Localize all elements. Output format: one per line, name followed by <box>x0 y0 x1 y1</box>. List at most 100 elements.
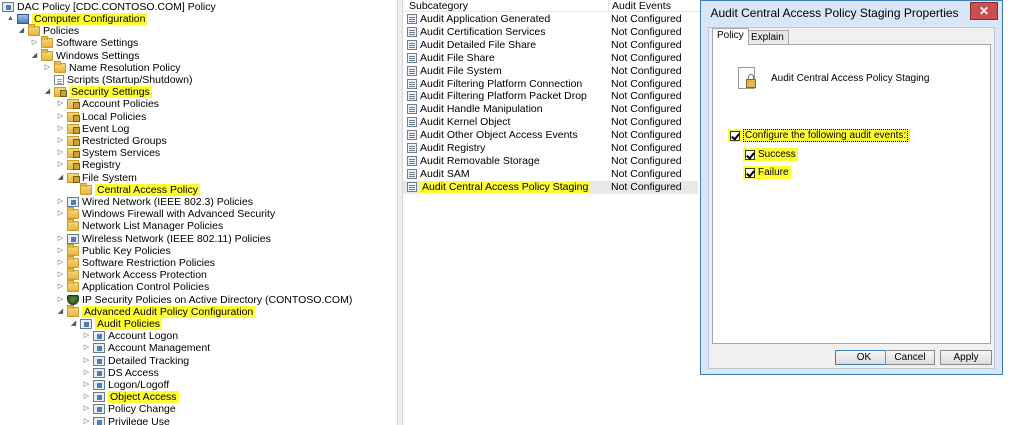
table-row[interactable]: Audit Other Object Access Events Not Conf… <box>403 129 703 142</box>
expand-toggle-icon[interactable]: ▷ <box>82 342 91 354</box>
expand-toggle-icon[interactable]: ▷ <box>56 147 65 159</box>
expand-toggle-icon[interactable]: ▷ <box>82 330 91 342</box>
expand-toggle-icon[interactable]: ▷ <box>56 233 65 245</box>
table-row[interactable]: Audit Kernel Object Not Configured <box>403 116 703 129</box>
tab-explain[interactable]: Explain <box>746 30 789 45</box>
table-row[interactable]: Audit Certification Services Not Configur… <box>403 26 703 39</box>
expand-toggle-icon[interactable]: ▷ <box>82 403 91 415</box>
tree-item[interactable]: ▷ Name Resolution Policy <box>43 60 180 74</box>
column-header-subcategory[interactable]: Subcategory <box>406 0 468 12</box>
table-row[interactable]: Audit File System Not Configured <box>403 65 703 78</box>
tree-item[interactable]: ▷ DS Access <box>82 367 159 379</box>
expand-toggle-icon[interactable]: ▷ <box>56 245 65 257</box>
tree-item[interactable]: ▷ Windows Firewall with Advanced Security <box>56 207 275 220</box>
cancel-button[interactable]: Cancel <box>885 350 935 365</box>
failure-checkbox-row[interactable]: Failure <box>743 166 791 179</box>
expand-toggle-icon[interactable]: ▷ <box>56 208 65 220</box>
expand-toggle-icon[interactable]: ▷ <box>82 391 91 403</box>
expand-toggle-icon[interactable]: ▷ <box>56 98 65 110</box>
audit-events-cell: Not Configured <box>611 129 682 142</box>
tree-item[interactable]: ▷ Policy Change <box>82 403 176 415</box>
tree-item[interactable]: ◢ Audit Policies <box>69 318 163 330</box>
expand-toggle-icon[interactable]: ▷ <box>56 294 65 306</box>
failure-checkbox[interactable] <box>745 168 755 178</box>
tree-item[interactable]: Central Access Policy <box>69 182 200 196</box>
tree-item[interactable]: ▷ Event Log <box>56 123 130 135</box>
tree-item[interactable]: Network List Manager Policies <box>56 219 223 232</box>
table-row[interactable]: Audit Handle Manipulation Not Configured <box>403 103 703 116</box>
tree-item[interactable]: ▷ Object Access <box>82 391 179 404</box>
tree-item[interactable]: ▷ Wired Network (IEEE 802.3) Policies <box>56 196 253 208</box>
tree-item[interactable]: ◢ File System <box>56 172 137 184</box>
tree-item[interactable]: ▷ Registry <box>56 159 121 171</box>
expand-toggle-icon[interactable]: ◢ <box>43 86 52 98</box>
tree-item[interactable]: ▷ Public Key Policies <box>56 243 171 257</box>
expand-toggle-icon[interactable]: ◢ <box>56 172 65 184</box>
expand-toggle-icon[interactable]: ◢ <box>17 25 26 37</box>
tree-item[interactable]: ▲ Computer Configuration <box>6 13 148 25</box>
table-row[interactable]: Audit Registry Not Configured <box>403 142 703 155</box>
expand-toggle-icon[interactable]: ▷ <box>82 416 91 425</box>
success-checkbox[interactable] <box>745 150 755 160</box>
table-row[interactable]: Audit File Share Not Configured <box>403 52 703 65</box>
tree-item[interactable]: ◢ Security Settings <box>43 86 152 99</box>
expand-toggle-icon[interactable]: ▷ <box>56 196 65 208</box>
tree-item[interactable]: ▷ Privilege Use <box>82 416 170 425</box>
expand-toggle-icon[interactable]: ▷ <box>56 111 65 123</box>
configure-checkbox-row[interactable]: Configure the following audit events: <box>728 129 911 142</box>
expand-toggle-icon[interactable]: ▲ <box>6 13 15 25</box>
tree-item[interactable]: ▷ Logon/Logoff <box>82 379 169 391</box>
apply-button[interactable]: Apply <box>940 350 992 365</box>
table-row[interactable]: Audit SAM Not Configured <box>403 168 703 181</box>
configure-checkbox[interactable] <box>730 131 740 141</box>
table-row[interactable]: Audit Application Generated Not Configure… <box>403 13 703 26</box>
tree-item[interactable]: ▷ System Services <box>56 147 160 159</box>
tree-item[interactable]: ▷ Local Policies <box>56 111 146 123</box>
subcategory-label: Audit SAM <box>420 167 470 180</box>
close-button[interactable]: ✕ <box>970 2 998 20</box>
expand-toggle-icon[interactable]: ▷ <box>56 257 65 269</box>
tree-item-label: Policy Change <box>108 403 176 416</box>
tree-item[interactable]: Scripts (Startup/Shutdown) <box>43 74 192 86</box>
table-row[interactable]: Audit Central Access Policy Staging Not C… <box>403 180 698 194</box>
expand-toggle-icon[interactable]: ▷ <box>82 355 91 367</box>
tree-item[interactable]: ▷ Account Policies <box>56 98 159 110</box>
table-row[interactable]: Audit Filtering Platform Packet Drop Not … <box>403 90 703 103</box>
expand-toggle-icon[interactable]: ◢ <box>69 318 78 330</box>
expand-toggle-icon[interactable]: ◢ <box>30 50 39 62</box>
tree-item[interactable]: ▷ Wireless Network (IEEE 802.11) Policies <box>56 233 271 245</box>
expand-toggle-icon[interactable]: ▷ <box>30 37 39 49</box>
table-row[interactable]: Audit Detailed File Share Not Configured <box>403 39 703 52</box>
expand-toggle-icon[interactable]: ◢ <box>56 306 65 318</box>
expand-toggle-icon[interactable]: ▷ <box>56 159 65 171</box>
tree-item[interactable]: ◢ Advanced Audit Policy Configuration <box>56 304 256 318</box>
tree-item[interactable]: ◢ Policies <box>17 24 79 37</box>
audit-events-cell: Not Configured <box>611 154 682 167</box>
tree-item[interactable]: ▷ Account Logon <box>82 330 178 342</box>
tree-item[interactable]: ▷ Restricted Groups <box>56 135 167 147</box>
expand-toggle-icon[interactable]: ▷ <box>56 269 65 281</box>
subcategory-cell: Audit Certification Services <box>407 26 545 39</box>
expand-toggle-icon[interactable]: ▷ <box>56 123 65 135</box>
tree-item[interactable]: ▷ Application Control Policies <box>56 280 209 293</box>
tree-item[interactable]: ◢ Windows Settings <box>30 48 139 62</box>
table-row[interactable]: Audit Filtering Platform Connection Not C… <box>403 78 703 91</box>
tree-item[interactable]: ▷ Network Access Protection <box>56 268 207 281</box>
expand-toggle-icon[interactable]: ▷ <box>43 62 52 74</box>
column-header-audit-events[interactable]: Audit Events <box>608 0 671 12</box>
tree-root[interactable]: DAC Policy [CDC.CONTOSO.COM] Policy <box>2 1 216 13</box>
tab-policy[interactable]: Policy <box>712 28 749 45</box>
expand-toggle-icon[interactable]: ▷ <box>56 135 65 147</box>
tree-item[interactable]: ▷ Software Restriction Policies <box>56 256 215 269</box>
audit-events-cell: Not Configured <box>611 167 682 180</box>
table-row[interactable]: Audit Removable Storage Not Configured <box>403 155 703 168</box>
tree-item[interactable]: ▷ Account Management <box>82 342 210 354</box>
expand-toggle-icon[interactable]: ▷ <box>82 379 91 391</box>
dialog-titlebar[interactable]: Audit Central Access Policy Staging Prop… <box>701 1 1002 27</box>
tree-item[interactable]: ▷ IP Security Policies on Active Director… <box>56 294 353 306</box>
tree-item[interactable]: ▷ Detailed Tracking <box>82 355 189 367</box>
success-checkbox-row[interactable]: Success <box>743 148 798 161</box>
expand-toggle-icon[interactable]: ▷ <box>56 281 65 293</box>
expand-toggle-icon[interactable]: ▷ <box>82 367 91 379</box>
tree-item[interactable]: ▷ Software Settings <box>30 36 138 49</box>
